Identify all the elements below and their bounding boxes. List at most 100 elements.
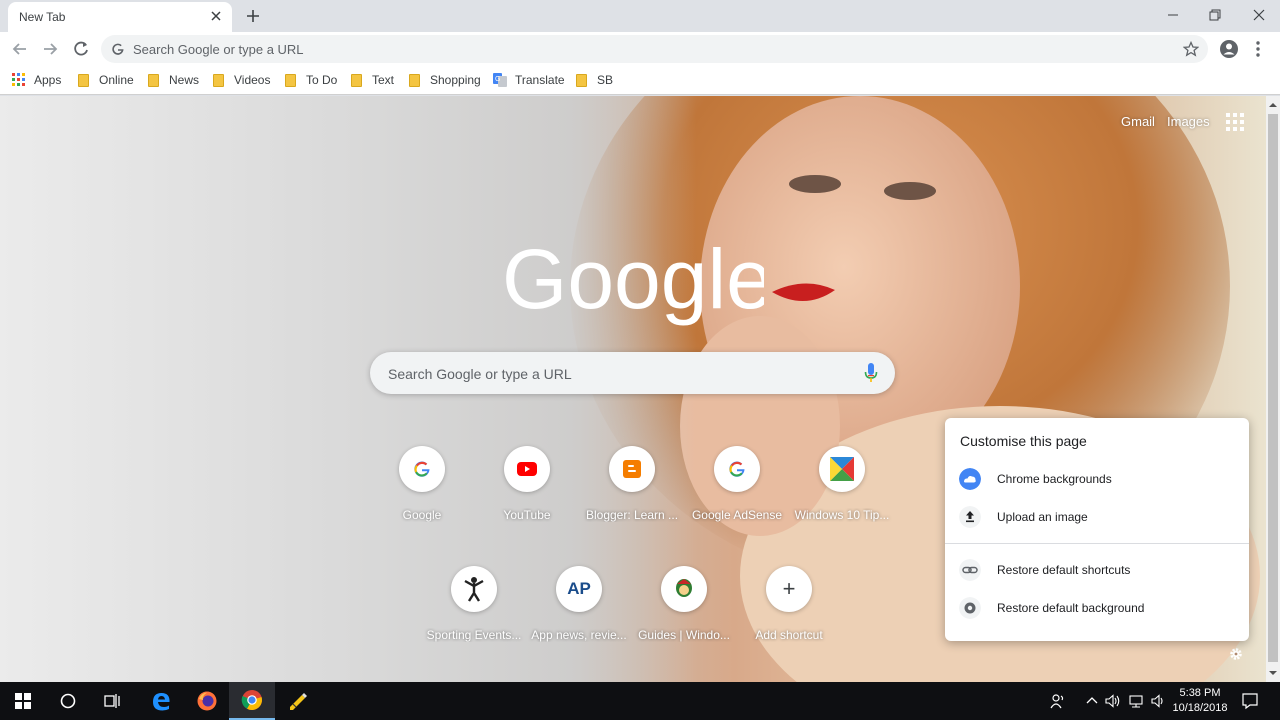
browser-toolbar: Search Google or type a URL [0, 32, 1280, 66]
dialog-title: Customise this page [960, 433, 1087, 449]
option-label: Restore default shortcuts [997, 563, 1131, 577]
search-placeholder: Search Google or type a URL [388, 366, 572, 382]
bookmark-text[interactable]: Text [351, 71, 394, 89]
scroll-down-arrow-icon[interactable] [1269, 669, 1277, 677]
shortcut-icon-circle [451, 566, 497, 612]
upload-icon [959, 506, 981, 528]
folder-icon [576, 73, 587, 87]
folder-icon [78, 73, 89, 87]
shortcut-icon-circle: + [766, 566, 812, 612]
images-link[interactable]: Images [1167, 114, 1210, 129]
taskbar-firefox[interactable] [184, 682, 230, 720]
shortcut-blogger[interactable]: Blogger: Learn ... [580, 440, 684, 540]
bookmark-news[interactable]: News [148, 71, 199, 89]
bookmark-label: Videos [234, 73, 271, 87]
option-label: Chrome backgrounds [997, 472, 1112, 486]
firefox-icon [197, 691, 217, 711]
shortcut-google[interactable]: Google [370, 440, 474, 540]
windows-logo-icon [15, 693, 31, 709]
bookmark-to-do[interactable]: To Do [285, 71, 337, 89]
bookmark-online[interactable]: Online [78, 71, 134, 89]
shortcut-label: Windows 10 Tip... [794, 508, 890, 522]
shortcut-icon-circle [504, 446, 550, 492]
shortcut-windows-10-tips[interactable]: Windows 10 Tip... [790, 440, 894, 540]
sporting-figure-icon [464, 577, 484, 602]
close-window-button[interactable] [1248, 4, 1270, 26]
notifications-icon[interactable] [1241, 692, 1259, 710]
shortcut-label: Add shortcut [755, 628, 823, 642]
scrollbar-thumb[interactable] [1268, 114, 1278, 662]
forward-arrow-icon[interactable] [39, 38, 61, 60]
start-button[interactable] [0, 682, 46, 720]
folder-icon [351, 73, 362, 87]
speaker-icon[interactable] [1150, 693, 1166, 709]
bookmark-star-icon[interactable] [1183, 41, 1199, 57]
bookmark-shopping[interactable]: Shopping [409, 71, 481, 89]
network-icon[interactable] [1128, 693, 1144, 709]
omnibox[interactable]: Search Google or type a URL [101, 35, 1208, 63]
youtube-icon [517, 462, 537, 476]
bookmark-apps[interactable]: Apps [12, 71, 61, 89]
bookmark-videos[interactable]: Videos [213, 71, 270, 89]
shortcut-label: Guides | Windo... [638, 628, 730, 642]
shortcut-sporting-events[interactable]: Sporting Events... [422, 560, 526, 660]
shortcut-app-news[interactable]: AP App news, revie... [527, 560, 631, 660]
back-arrow-icon[interactable] [9, 38, 31, 60]
shortcut-youtube[interactable]: YouTube [475, 440, 579, 540]
shortcut-guides[interactable]: Guides | Windo... [632, 560, 736, 660]
reload-icon[interactable] [70, 38, 92, 60]
restore-button[interactable] [1204, 4, 1226, 26]
microphone-icon[interactable] [863, 362, 879, 384]
bookmark-label: Text [372, 73, 395, 87]
bookmark-translate[interactable]: G Translate [493, 71, 565, 89]
bookmark-label: SB [597, 73, 614, 87]
gear-icon[interactable] [1229, 647, 1243, 661]
folder-icon [213, 73, 224, 87]
gmail-link[interactable]: Gmail [1121, 114, 1155, 129]
svg-text:G: G [495, 76, 500, 83]
add-shortcut-button[interactable]: + Add shortcut [737, 560, 841, 660]
menu-dots-icon[interactable] [1252, 39, 1264, 59]
ntp-search-box[interactable]: Search Google or type a URL [370, 352, 895, 394]
clock-date: 10/18/2018 [1172, 702, 1228, 714]
page-scrollbar[interactable] [1266, 96, 1280, 682]
restore-background-option[interactable]: Restore default background [945, 593, 1249, 623]
tab-new-tab[interactable]: New Tab [8, 2, 232, 32]
clock-time: 5:38 PM [1179, 687, 1221, 699]
restore-shortcuts-option[interactable]: Restore default shortcuts [945, 555, 1249, 585]
bookmark-label: News [169, 73, 200, 87]
cloud-icon [959, 468, 981, 490]
folder-icon [148, 73, 159, 87]
people-icon[interactable] [1050, 693, 1066, 709]
profile-avatar-icon[interactable] [1219, 39, 1239, 59]
close-icon[interactable] [208, 8, 224, 24]
bookmark-label: Translate [515, 73, 565, 87]
taskbar-clock[interactable]: 5:38 PM 10/18/2018 [1170, 686, 1230, 716]
customise-dialog: Customise this page Chrome backgrounds U… [945, 418, 1249, 641]
taskbar-edge[interactable] [138, 682, 184, 720]
shortcut-icon-circle [399, 446, 445, 492]
minimize-button[interactable] [1162, 4, 1184, 26]
taskbar-pinned-app[interactable] [275, 682, 321, 720]
shortcut-google-adsense[interactable]: Google AdSense [685, 440, 789, 540]
task-view-button[interactable] [90, 682, 136, 720]
google-logo: Google [502, 232, 764, 326]
cortana-button[interactable] [45, 682, 91, 720]
chrome-icon [959, 597, 981, 619]
omnibox-placeholder: Search Google or type a URL [133, 42, 304, 57]
plus-icon: + [782, 576, 796, 601]
tray-chevron-up-icon[interactable] [1084, 693, 1100, 709]
bookmark-sb[interactable]: SB [576, 71, 613, 89]
folder-icon [409, 73, 420, 87]
chrome-logo-icon [241, 690, 262, 711]
scroll-up-arrow-icon[interactable] [1269, 101, 1277, 109]
new-tab-button[interactable] [243, 6, 263, 26]
chrome-backgrounds-option[interactable]: Chrome backgrounds [945, 464, 1249, 494]
shortcut-label: Sporting Events... [426, 628, 522, 642]
upload-image-option[interactable]: Upload an image [945, 502, 1249, 532]
google-apps-grid-icon[interactable] [1226, 113, 1244, 131]
taskbar-chrome[interactable] [229, 682, 275, 720]
shortcut-label: App news, revie... [531, 628, 627, 642]
volume-icon[interactable] [1104, 693, 1120, 709]
google-icon [729, 461, 745, 477]
